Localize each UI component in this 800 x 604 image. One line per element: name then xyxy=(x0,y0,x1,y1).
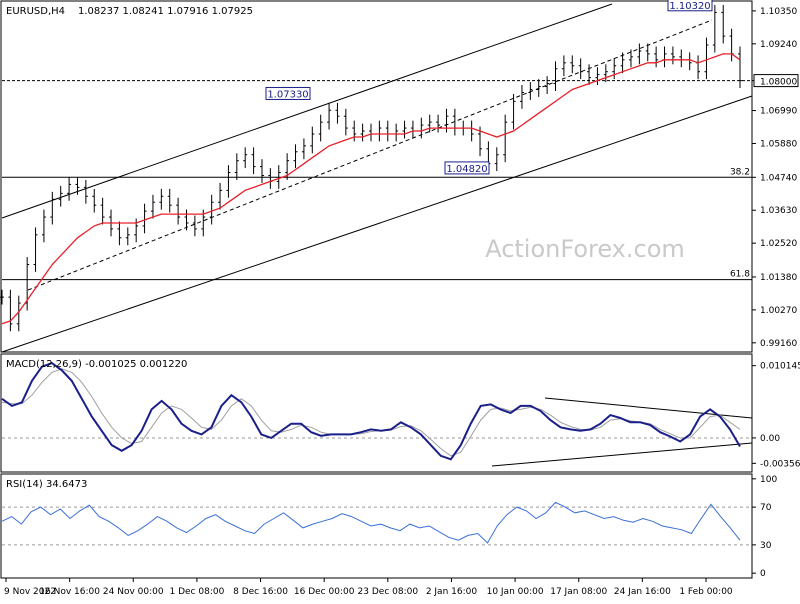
y-tick-label: 1.09240 xyxy=(760,40,797,50)
rsi-y-tick-label: 0 xyxy=(760,569,766,579)
y-tick-label: 1.03630 xyxy=(760,206,797,216)
rsi-title: RSI(14) 34.6473 xyxy=(6,479,87,490)
macd-y-tick-label: -0.003563 xyxy=(760,459,800,469)
symbol-header: EURUSD,H4 xyxy=(6,6,65,17)
y-tick-label: 1.10350 xyxy=(760,7,797,17)
level-label-text: 1.07330 xyxy=(267,89,308,100)
rsi-y-tick-label: 100 xyxy=(760,475,777,485)
rsi-y-tick-label: 70 xyxy=(760,503,772,513)
x-tick-label: 17 Jan 08:00 xyxy=(550,587,607,597)
fib-level-label: 38.2 xyxy=(730,167,750,177)
x-tick-label: 1 Dec 08:00 xyxy=(170,587,225,597)
level-label-text: 1.04820 xyxy=(446,164,487,175)
y-tick-label: 1.06990 xyxy=(760,107,797,117)
y-tick-label: 1.01380 xyxy=(760,273,797,283)
ohlc-header: 1.08237 1.08241 1.07916 1.07925 xyxy=(78,6,253,17)
x-tick-label: 8 Dec 16:00 xyxy=(233,587,288,597)
x-tick-label: 16 Nov 16:00 xyxy=(39,587,100,597)
level-label-text: 1.10320 xyxy=(669,1,710,12)
x-tick-label: 23 Dec 08:00 xyxy=(358,587,419,597)
y-tick-label: 1.05880 xyxy=(760,139,797,149)
x-tick-label: 24 Jan 16:00 xyxy=(614,587,671,597)
price-chart-svg: ActionForex.com 38.2 61.8 1.10350 1.09240 1… xyxy=(0,0,800,600)
x-tick-label: 10 Jan 00:00 xyxy=(487,587,544,597)
fib-level-label: 61.8 xyxy=(730,270,750,280)
x-tick-label: 24 Nov 00:00 xyxy=(103,587,164,597)
watermark-text: ActionForex.com xyxy=(485,235,685,263)
x-tick-label: 1 Feb 00:00 xyxy=(679,587,733,597)
y-tick-label: 1.02520 xyxy=(760,239,797,249)
rsi-y-tick-label: 30 xyxy=(760,541,772,551)
y-tick-label: 1.00270 xyxy=(760,306,797,316)
chart-background xyxy=(0,0,800,600)
macd-y-tick-label: 0.00 xyxy=(760,434,780,444)
price-tag-label: 1.08000 xyxy=(760,78,797,88)
y-tick-label: 1.04740 xyxy=(760,173,797,183)
x-tick-label: 16 Dec 00:00 xyxy=(294,587,355,597)
y-tick-label: 0.99160 xyxy=(760,339,797,349)
macd-title: MACD(12,26,9) -0.001025 0.001220 xyxy=(6,359,187,370)
macd-y-tick-label: 0.010145 xyxy=(760,362,800,372)
x-tick-label: 2 Jan 16:00 xyxy=(426,587,478,597)
